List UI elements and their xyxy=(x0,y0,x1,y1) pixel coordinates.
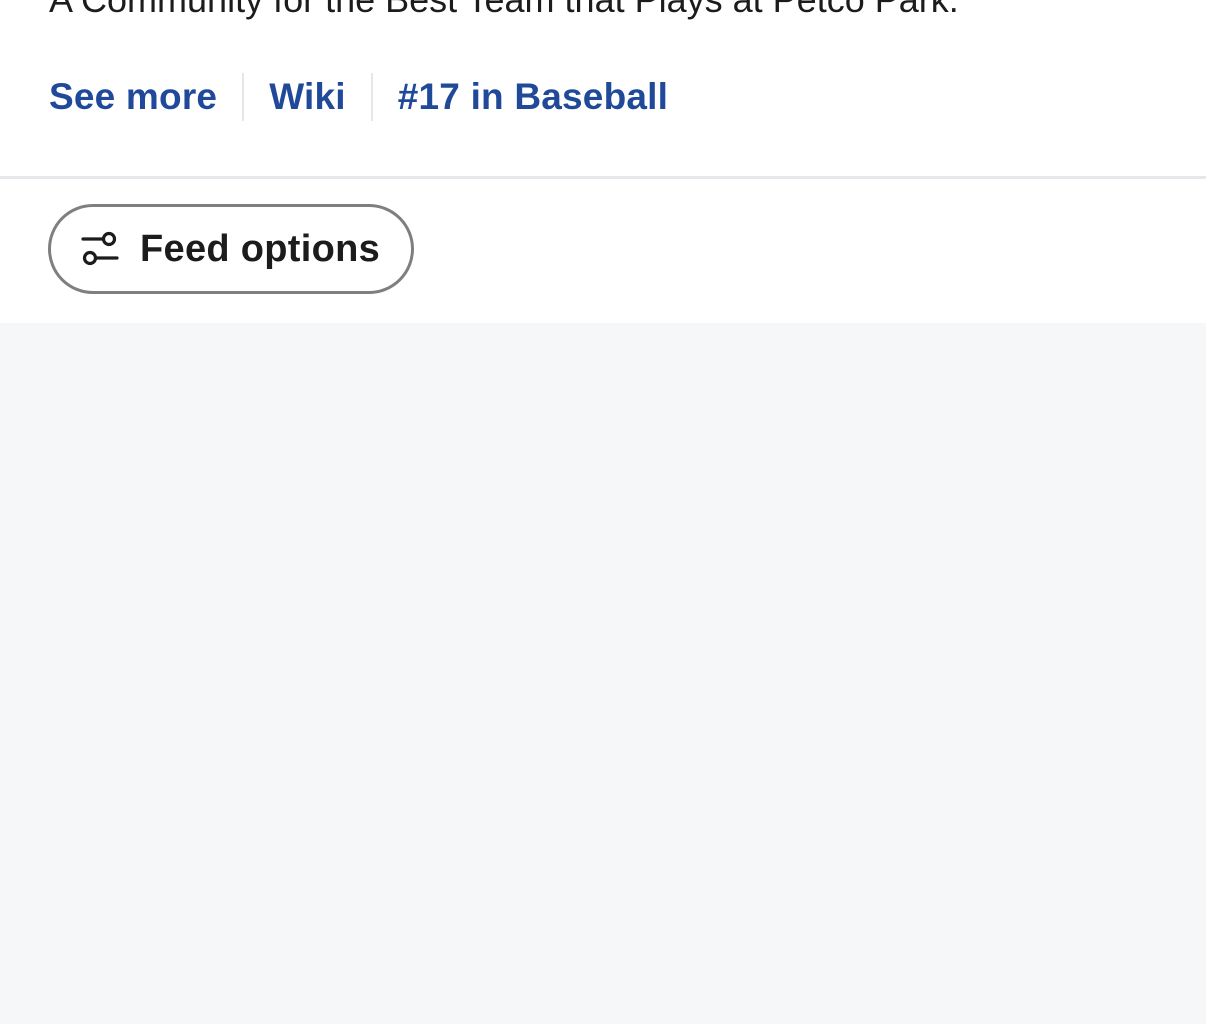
community-links: See more Wiki #17 in Baseball xyxy=(49,72,668,122)
see-more-link[interactable]: See more xyxy=(49,72,217,122)
community-description: A Community for the Best Team that Plays… xyxy=(49,0,959,22)
ranking-link[interactable]: #17 in Baseball xyxy=(398,72,668,122)
link-divider xyxy=(242,73,245,121)
feed-content-area xyxy=(0,323,1206,1024)
feed-options-button[interactable]: Feed options xyxy=(48,204,414,294)
subreddit-page: A Community for the Best Team that Plays… xyxy=(0,0,1206,1024)
feed-options-label: Feed options xyxy=(140,227,381,270)
wiki-link[interactable]: Wiki xyxy=(269,72,346,122)
link-divider xyxy=(370,73,373,121)
feed-options-bar: Feed options xyxy=(0,179,1206,323)
community-info-panel: A Community for the Best Team that Plays… xyxy=(0,0,1206,176)
filter-options-icon xyxy=(78,227,122,271)
